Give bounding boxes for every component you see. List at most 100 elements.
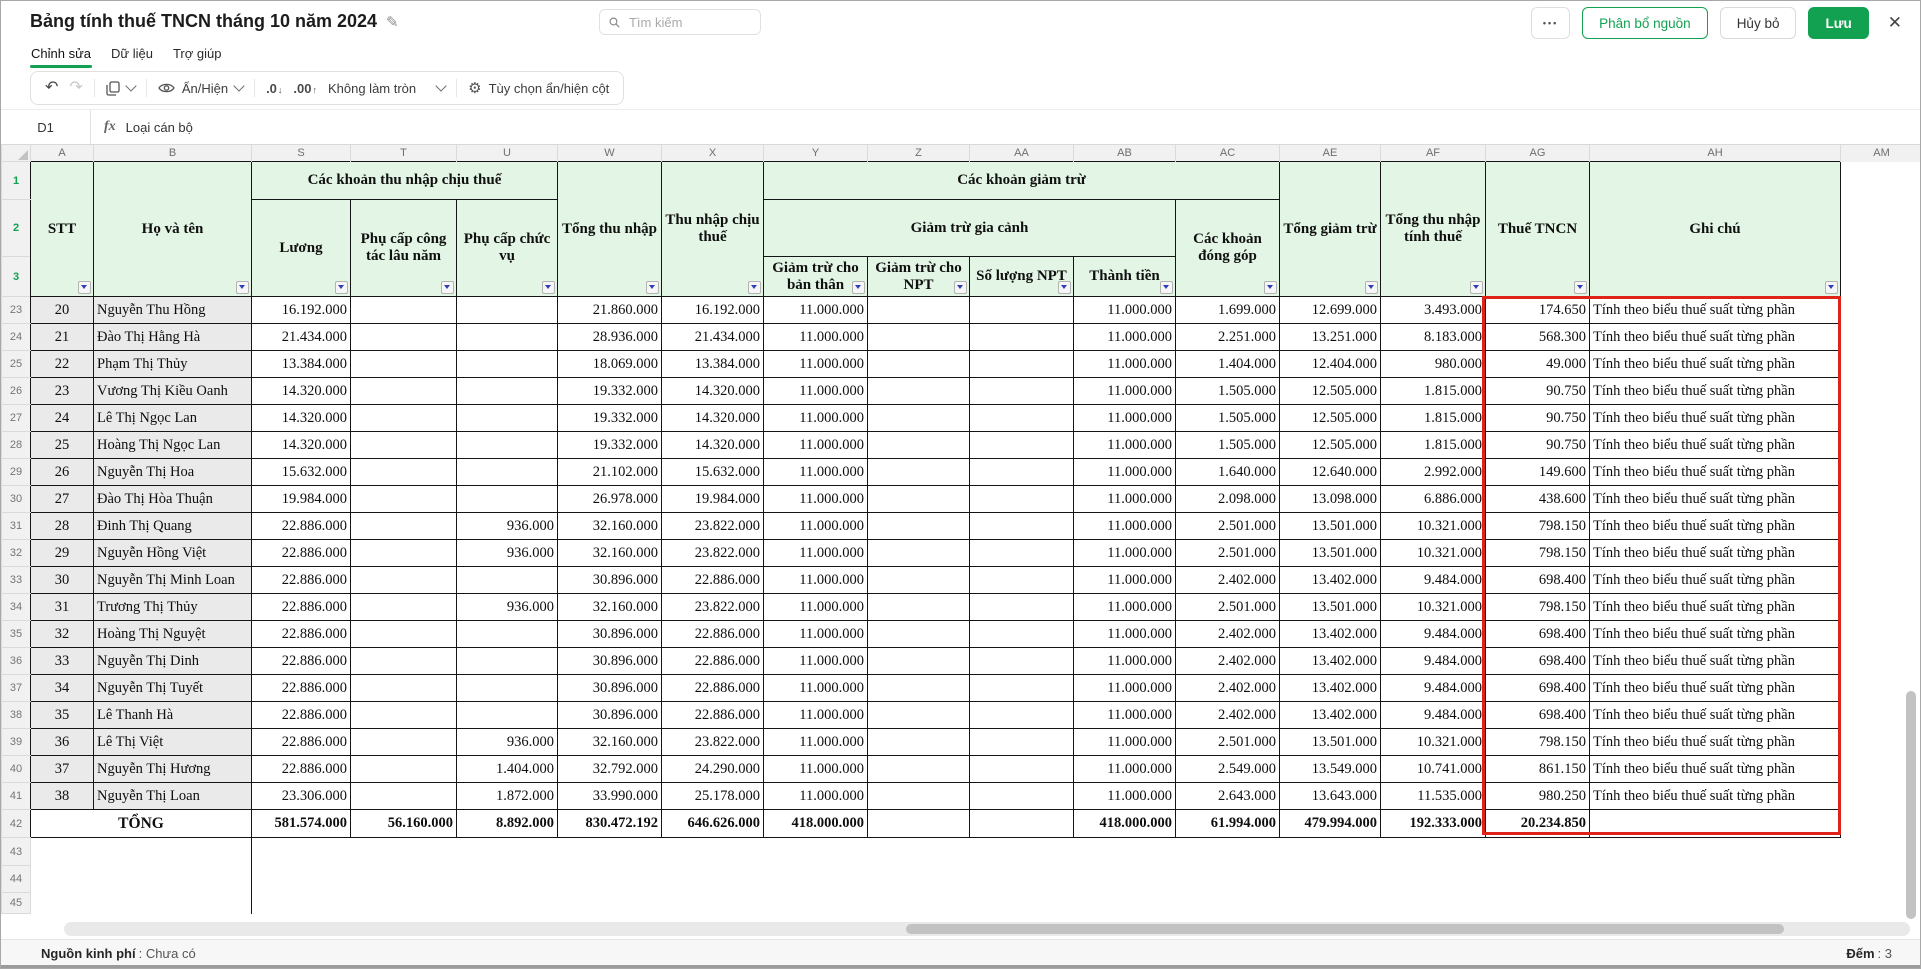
empty-cell[interactable]	[31, 838, 94, 866]
cell[interactable]: 13.098.000	[1280, 486, 1381, 513]
cell[interactable]: 14.320.000	[662, 405, 764, 432]
row-number[interactable]: 1	[2, 162, 31, 200]
cell[interactable]: 2.501.000	[1176, 540, 1280, 567]
cell[interactable]: Tính theo biểu thuế suất từng phần	[1590, 702, 1841, 729]
cell[interactable]: Nguyễn Thu Hồng	[94, 297, 252, 324]
header-long-service-allowance[interactable]: Phụ cấp công tác lâu năm	[351, 200, 457, 297]
empty-cell[interactable]	[1841, 378, 1921, 405]
cell[interactable]: 9.484.000	[1381, 567, 1486, 594]
cell[interactable]: 2.402.000	[1176, 675, 1280, 702]
header-note[interactable]: Ghi chú	[1590, 162, 1841, 297]
menu-data[interactable]: Dữ liệu	[110, 45, 154, 67]
cell[interactable]: 11.000.000	[764, 405, 868, 432]
cell[interactable]	[868, 459, 970, 486]
rounding-dropdown[interactable]: Không làm tròn	[328, 81, 445, 96]
cell[interactable]: 646.626.000	[662, 810, 764, 838]
cell[interactable]: 13.549.000	[1280, 756, 1381, 783]
cell[interactable]: 24.290.000	[662, 756, 764, 783]
cell[interactable]: 830.472.192	[558, 810, 662, 838]
column-letter-AE[interactable]: AE	[1280, 145, 1381, 162]
cell[interactable]	[457, 486, 558, 513]
row-number[interactable]: 23	[2, 297, 31, 324]
cell[interactable]: 2.992.000	[1381, 459, 1486, 486]
cell[interactable]	[457, 324, 558, 351]
cell[interactable]: 34	[31, 675, 94, 702]
cell[interactable]: 9.484.000	[1381, 702, 1486, 729]
cell[interactable]	[868, 513, 970, 540]
row-number[interactable]: 45	[2, 893, 31, 914]
cell[interactable]: 581.574.000	[252, 810, 351, 838]
cell[interactable]: 23	[31, 378, 94, 405]
cell[interactable]: 11.000.000	[1074, 648, 1176, 675]
cell[interactable]: 12.640.000	[1280, 459, 1381, 486]
cell[interactable]: 37	[31, 756, 94, 783]
cell[interactable]: Lê Thị Việt	[94, 729, 252, 756]
cell[interactable]: 22.886.000	[662, 621, 764, 648]
cell[interactable]: 10.321.000	[1381, 513, 1486, 540]
hide-show-dropdown[interactable]: Ẩn/Hiện	[158, 81, 243, 96]
row-number[interactable]: 41	[2, 783, 31, 810]
cell[interactable]: 11.000.000	[1074, 405, 1176, 432]
cell[interactable]: 25	[31, 432, 94, 459]
cell[interactable]	[457, 432, 558, 459]
cell[interactable]: 2.402.000	[1176, 567, 1280, 594]
cell[interactable]: Lê Thanh Hà	[94, 702, 252, 729]
cell[interactable]: 2.501.000	[1176, 513, 1280, 540]
cell[interactable]: 11.000.000	[1074, 297, 1176, 324]
cell[interactable]: 11.000.000	[764, 648, 868, 675]
cell[interactable]	[868, 297, 970, 324]
column-letter-AG[interactable]: AG	[1486, 145, 1590, 162]
header-contributions[interactable]: Các khoản đóng góp	[1176, 200, 1280, 297]
row-number[interactable]: 43	[2, 838, 31, 866]
formula-value[interactable]: Loại cán bộ	[126, 120, 193, 135]
cell[interactable]: 38	[31, 783, 94, 810]
cell[interactable]: 22.886.000	[252, 702, 351, 729]
cell[interactable]: Nguyễn Thị Hoa	[94, 459, 252, 486]
edit-title-icon[interactable]: ✎	[386, 13, 399, 31]
filter-button[interactable]	[78, 281, 91, 294]
cell[interactable]: 30	[31, 567, 94, 594]
cell[interactable]: 32.160.000	[558, 729, 662, 756]
cell[interactable]: 29	[31, 540, 94, 567]
cell[interactable]	[351, 540, 457, 567]
cell[interactable]: 12.699.000	[1280, 297, 1381, 324]
cell[interactable]	[868, 324, 970, 351]
cell[interactable]	[1590, 810, 1841, 838]
cell[interactable]: 12.404.000	[1280, 351, 1381, 378]
filter-button[interactable]	[1058, 281, 1071, 294]
cell[interactable]: 1.815.000	[1381, 405, 1486, 432]
cell[interactable]: 1.505.000	[1176, 378, 1280, 405]
cell[interactable]	[868, 351, 970, 378]
cell[interactable]	[351, 513, 457, 540]
cell[interactable]: 21.434.000	[662, 324, 764, 351]
row-number[interactable]: 42	[2, 810, 31, 838]
cell[interactable]: 22.886.000	[252, 756, 351, 783]
empty-cell[interactable]	[1841, 594, 1921, 621]
cell[interactable]: 11.000.000	[1074, 540, 1176, 567]
cell[interactable]	[351, 405, 457, 432]
cell[interactable]: 798.150	[1486, 594, 1590, 621]
cell[interactable]: 11.000.000	[764, 621, 868, 648]
cell[interactable]: Tính theo biểu thuế suất từng phần	[1590, 756, 1841, 783]
cell[interactable]: 418.000.000	[764, 810, 868, 838]
filter-button[interactable]	[646, 281, 659, 294]
filter-button[interactable]	[1574, 281, 1587, 294]
cell[interactable]	[457, 405, 558, 432]
cell[interactable]: 11.000.000	[1074, 594, 1176, 621]
cell[interactable]: 1.404.000	[1176, 351, 1280, 378]
cell[interactable]: 568.300	[1486, 324, 1590, 351]
cell[interactable]: 13.643.000	[1280, 783, 1381, 810]
cell[interactable]	[351, 783, 457, 810]
cell[interactable]	[351, 756, 457, 783]
empty-cell[interactable]	[1841, 324, 1921, 351]
column-letter-AC[interactable]: AC	[1176, 145, 1280, 162]
cell[interactable]: 22.886.000	[252, 621, 351, 648]
cell[interactable]: 30.896.000	[558, 567, 662, 594]
header-taxable-income[interactable]: Thu nhập chịu thuế	[662, 162, 764, 297]
cell[interactable]	[970, 648, 1074, 675]
header-dependent-count[interactable]: Số lượng NPT	[970, 257, 1074, 297]
row-number[interactable]: 34	[2, 594, 31, 621]
cell[interactable]	[457, 351, 558, 378]
cell[interactable]: 22.886.000	[662, 702, 764, 729]
empty-cell[interactable]	[94, 866, 252, 893]
